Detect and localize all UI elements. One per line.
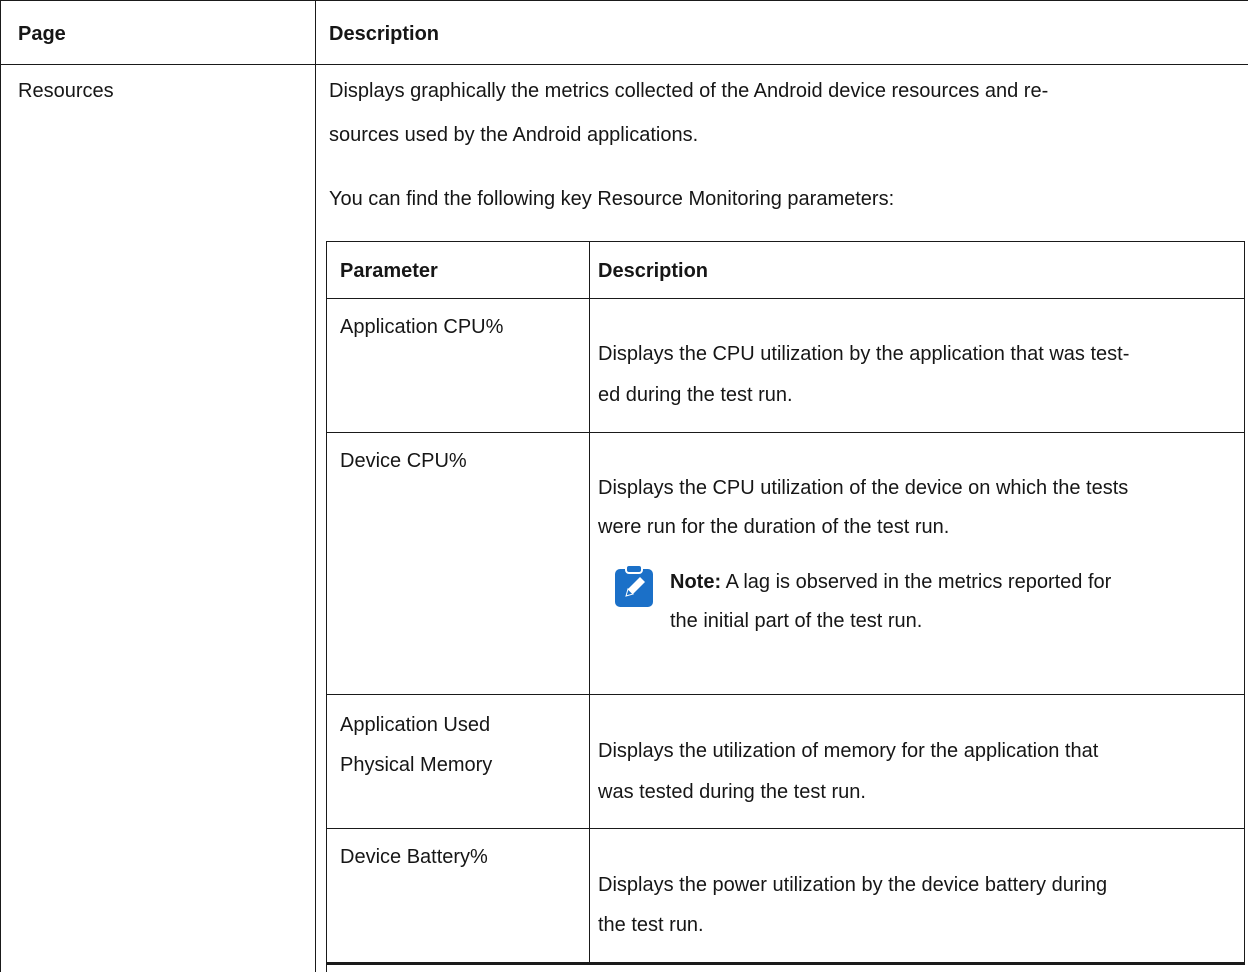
outer-table-left-border bbox=[0, 0, 1, 972]
note-text-line-2: the initial part of the test run. bbox=[670, 610, 923, 632]
outer-header-divider bbox=[0, 64, 1248, 65]
document-table: Page Description Resources Displays grap… bbox=[0, 0, 1248, 972]
inner-row-divider-3 bbox=[326, 828, 1245, 829]
inner-row-divider-1 bbox=[326, 432, 1245, 433]
inner-row-divider-2 bbox=[326, 694, 1245, 695]
header-description: Description bbox=[329, 23, 440, 45]
inner-table-top-border bbox=[326, 241, 1245, 242]
parameter-application-used-memory-line-2: Physical Memory bbox=[340, 754, 493, 776]
page-cell-resources: Resources bbox=[18, 80, 114, 102]
inner-table-bottom-border bbox=[326, 962, 1245, 965]
memory-description-line-1: Displays the utilization of memory for t… bbox=[598, 740, 1099, 762]
parameter-application-cpu: Application CPU% bbox=[340, 316, 504, 338]
header-page: Page bbox=[18, 23, 66, 45]
application-cpu-description-line-1: Displays the CPU utilization by the appl… bbox=[598, 343, 1130, 365]
inner-table-right-border bbox=[1244, 241, 1245, 965]
device-cpu-description-line-2: were run for the duration of the test ru… bbox=[598, 516, 950, 538]
inner-header-divider bbox=[326, 298, 1245, 299]
application-cpu-description-line-2: ed during the test run. bbox=[598, 384, 793, 406]
note-pencil-icon bbox=[615, 564, 653, 607]
outer-table-top-border bbox=[0, 0, 1248, 1]
memory-description-line-2: was tested during the test run. bbox=[598, 781, 866, 803]
inner-column-divider bbox=[589, 241, 590, 965]
header-parameter-description: Description bbox=[598, 260, 709, 282]
resources-description-line-2: sources used by the Android applications… bbox=[329, 124, 699, 146]
resources-intro-text: You can find the following key Resource … bbox=[329, 188, 895, 210]
battery-description-line-1: Displays the power utilization by the de… bbox=[598, 874, 1108, 896]
note-label: Note: bbox=[670, 571, 722, 593]
header-parameter: Parameter bbox=[340, 260, 438, 282]
device-cpu-description-line-1: Displays the CPU utilization of the devi… bbox=[598, 477, 1129, 499]
parameter-device-battery: Device Battery% bbox=[340, 846, 488, 868]
inner-table-left-border bbox=[326, 241, 327, 972]
note-text: A lag is observed in the metrics reporte… bbox=[721, 571, 1112, 593]
outer-column-divider bbox=[315, 0, 316, 972]
parameter-device-cpu: Device CPU% bbox=[340, 450, 467, 472]
note-text-line-1: Note: A lag is observed in the metrics r… bbox=[670, 564, 1111, 600]
battery-description-line-2: the test run. bbox=[598, 914, 704, 936]
parameter-application-used-memory-line-1: Application Used bbox=[340, 714, 491, 736]
resources-description-line-1: Displays graphically the metrics collect… bbox=[329, 80, 1049, 102]
